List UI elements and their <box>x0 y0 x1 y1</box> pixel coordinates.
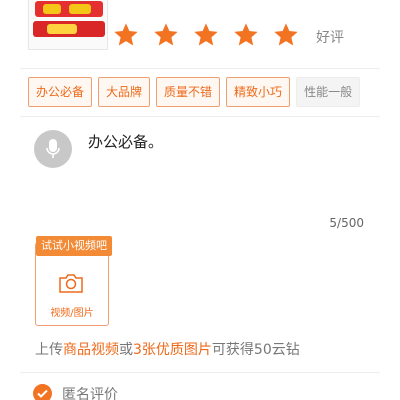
microphone-icon[interactable] <box>34 130 72 168</box>
review-tag[interactable]: 精致小巧 <box>226 77 291 107</box>
star-icon[interactable] <box>192 21 220 49</box>
video-hint-badge: 试试小视频吧 <box>36 236 112 256</box>
star-icon[interactable] <box>272 21 300 49</box>
anonymous-label: 匿名评价 <box>62 387 118 400</box>
reward-text-part: 可获得50云钻 <box>211 342 300 358</box>
rating-label: 好评 <box>316 30 344 46</box>
camera-icon <box>59 274 83 293</box>
divider <box>20 372 380 373</box>
star-icon[interactable] <box>152 21 180 49</box>
reward-highlight-video: 商品视频 <box>63 342 119 358</box>
reward-hint: 上传商品视频或3张优质图片可获得50云钻 <box>35 339 300 359</box>
anonymous-checkbox[interactable] <box>33 384 52 400</box>
divider <box>20 116 380 117</box>
upload-label: 视频/图片 <box>50 308 94 319</box>
char-count: 5/500 <box>329 216 364 230</box>
reward-text-part: 上传 <box>35 342 63 358</box>
review-tag[interactable]: 性能一般 <box>296 77 361 107</box>
review-tags: 办公必备 大品牌 质量不错 精致小巧 性能一般 <box>28 77 366 107</box>
product-image <box>28 0 108 50</box>
reward-highlight-images: 3张优质图片 <box>133 342 212 358</box>
review-tag[interactable]: 办公必备 <box>28 77 93 107</box>
star-icon[interactable] <box>232 21 260 49</box>
star-icon[interactable] <box>112 21 140 49</box>
review-text-input[interactable]: 办公必备。 <box>88 131 163 152</box>
check-icon <box>37 389 48 398</box>
star-rating[interactable] <box>112 21 312 49</box>
reward-text-part: 或 <box>119 342 133 358</box>
review-tag[interactable]: 大品牌 <box>98 77 151 107</box>
divider <box>20 68 380 69</box>
review-tag[interactable]: 质量不错 <box>156 77 221 107</box>
